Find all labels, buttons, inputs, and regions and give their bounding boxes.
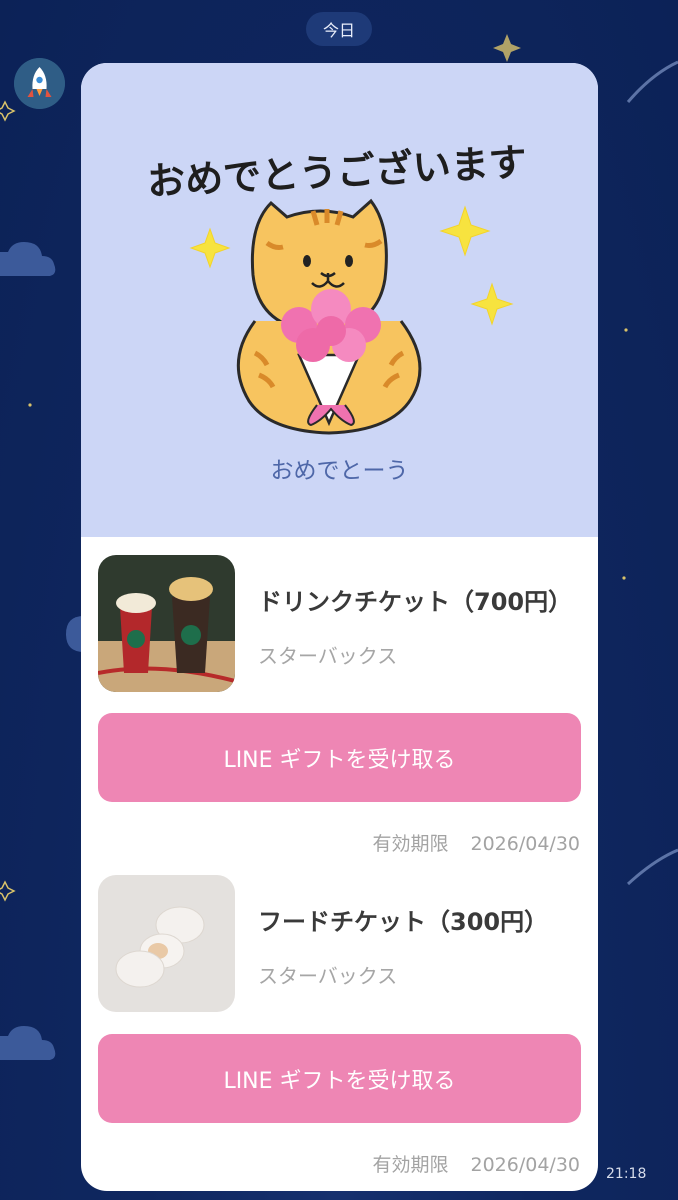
date-divider: 今日 <box>306 12 372 46</box>
receive-gift-button[interactable]: LINE ギフトを受け取る <box>98 1034 581 1123</box>
sticker-text: おめでとうございます <box>146 140 528 204</box>
congratulations-sticker: おめでとうございます <box>146 140 528 435</box>
gift-title: フードチケット（300円） <box>258 908 549 936</box>
expiry-label: 有効期限 <box>372 1154 449 1176</box>
gift-brand: スターバックス <box>258 644 398 668</box>
message-timestamp: 21:18 <box>606 1166 647 1182</box>
expiry-info: 有効期限 2026/04/30 <box>372 829 580 856</box>
gift-brand: スターバックス <box>258 964 398 988</box>
expiry-label: 有効期限 <box>372 833 449 855</box>
avatar[interactable] <box>14 58 65 109</box>
gift-title: ドリンクチケット（700円） <box>258 588 573 616</box>
gift-message-card: おめでとうございます おめでとーう ドリンクチケット（700円） スターバックス… <box>81 63 598 1191</box>
starbucks-drinks-image[interactable] <box>98 555 235 692</box>
expiry-date: 2026/04/30 <box>470 1154 580 1176</box>
expiry-date: 2026/04/30 <box>470 833 580 855</box>
message-caption: おめでとーう <box>270 458 409 484</box>
sugar-donut-image[interactable] <box>98 875 235 1012</box>
rocket-icon <box>14 58 65 109</box>
cloud-icon <box>0 1026 56 1060</box>
expiry-info: 有効期限 2026/04/30 <box>372 1150 580 1177</box>
sticker-area: おめでとうございます おめでとーう <box>81 63 598 537</box>
receive-gift-button[interactable]: LINE ギフトを受け取る <box>98 713 581 802</box>
cloud-icon <box>0 242 56 276</box>
